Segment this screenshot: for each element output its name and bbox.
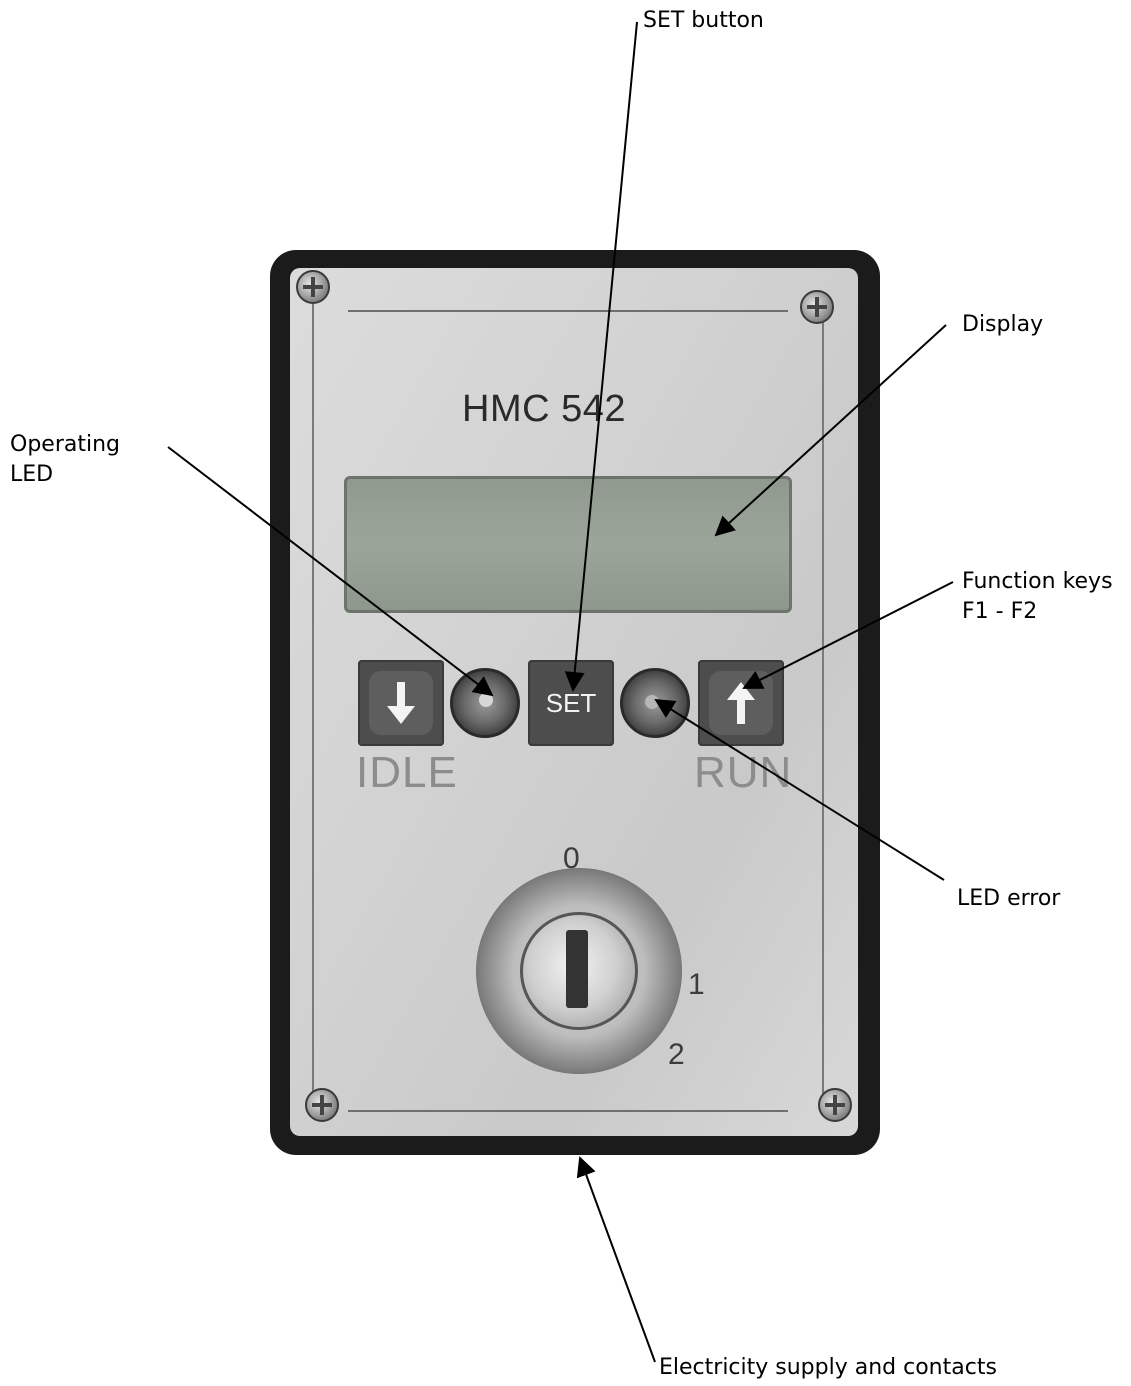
callout-set-button: SET button (643, 8, 764, 33)
callout-operating-led: Operating LED (10, 432, 120, 487)
arrow-led-error (654, 698, 945, 881)
callout-function-keys: Function keys F1 - F2 (962, 569, 1113, 624)
callout-electricity: Electricity supply and contacts (659, 1355, 997, 1380)
callout-display: Display (962, 312, 1044, 337)
arrow-operating-led (167, 446, 494, 697)
callout-arrows (167, 21, 954, 1363)
callout-led-error: LED error (957, 886, 1061, 911)
arrow-function-keys (742, 581, 954, 689)
arrow-display (714, 324, 947, 537)
arrow-set-button (564, 21, 638, 692)
arrow-electricity (576, 1156, 656, 1363)
